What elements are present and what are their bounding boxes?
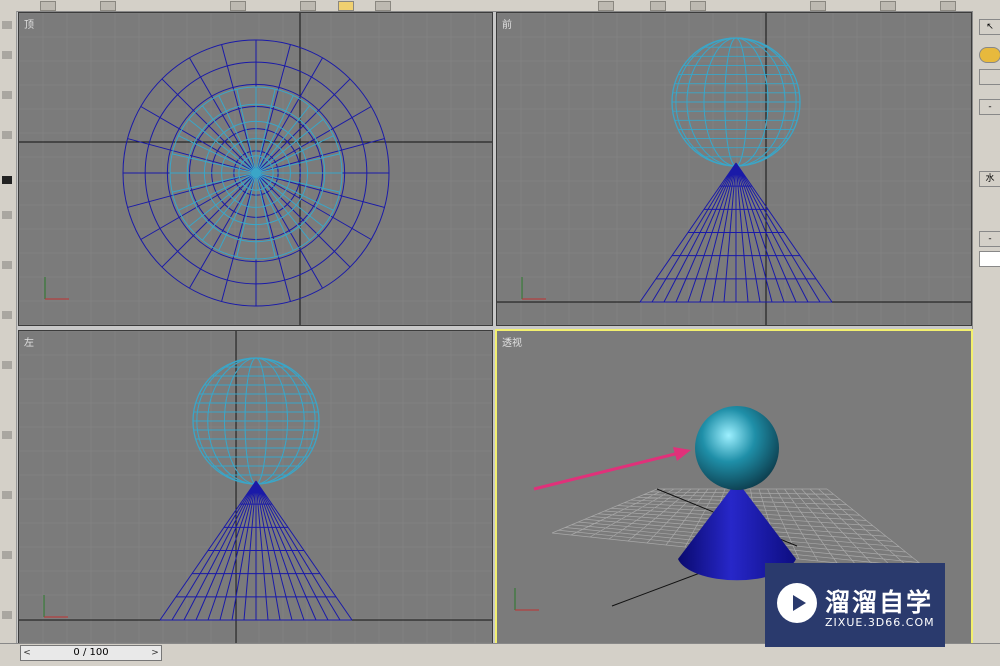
tool-icon[interactable] xyxy=(2,491,12,499)
tool-icon[interactable] xyxy=(2,431,12,439)
front-view-canvas xyxy=(497,13,971,325)
tool-icon[interactable] xyxy=(2,131,12,139)
tool-icon[interactable] xyxy=(2,176,12,184)
watermark: 溜溜自学 ZIXUE.3D66.COM xyxy=(765,563,945,647)
prev-frame-icon[interactable]: < xyxy=(21,646,33,660)
tool-icon[interactable] xyxy=(2,91,12,99)
viewport-label: 前 xyxy=(502,20,512,31)
tool-icon[interactable] xyxy=(2,261,12,269)
panel-field[interactable] xyxy=(979,69,1000,85)
rollout-toggle[interactable]: - xyxy=(979,231,1000,247)
viewport-label: 左 xyxy=(24,338,34,349)
sphere-icon[interactable] xyxy=(979,47,1000,63)
next-frame-icon[interactable]: > xyxy=(149,646,161,660)
watermark-url: ZIXUE.3D66.COM xyxy=(825,616,935,629)
toolbar-button[interactable] xyxy=(940,1,956,11)
left-view-canvas xyxy=(19,331,492,643)
toolbar-button[interactable] xyxy=(650,1,666,11)
toolbar-button[interactable] xyxy=(598,1,614,11)
panel-field[interactable] xyxy=(979,251,1000,267)
viewport-front[interactable]: 前 xyxy=(496,12,972,326)
toolbar-button[interactable] xyxy=(40,1,56,11)
watermark-title: 溜溜自学 xyxy=(825,588,934,617)
toolbar-button[interactable] xyxy=(880,1,896,11)
toolbar-button[interactable] xyxy=(300,1,316,11)
sphere-latitudes xyxy=(193,366,319,476)
toolbar-button[interactable] xyxy=(375,1,391,11)
toolbar-button[interactable] xyxy=(230,1,246,11)
toolbar-button[interactable] xyxy=(690,1,706,11)
viewport-label: 顶 xyxy=(24,20,34,31)
toolbar-button[interactable] xyxy=(810,1,826,11)
time-slider-value: 0 / 100 xyxy=(73,647,109,658)
tool-icon[interactable] xyxy=(2,361,12,369)
sphere-latitudes xyxy=(672,46,800,158)
annotation-arrow xyxy=(533,451,680,491)
panel-label: 水 xyxy=(979,171,1000,187)
viewport-left[interactable]: 左 xyxy=(18,330,493,644)
tool-icon[interactable] xyxy=(2,311,12,319)
main-toolbar xyxy=(0,0,1000,12)
left-toolbar xyxy=(0,11,17,643)
tool-icon[interactable] xyxy=(2,21,12,29)
tool-icon[interactable] xyxy=(2,211,12,219)
tool-icon[interactable] xyxy=(2,51,12,59)
viewport-label: 透视 xyxy=(502,338,522,349)
toolbar-button[interactable] xyxy=(100,1,116,11)
rollout-toggle[interactable]: - xyxy=(979,99,1000,115)
annotation-arrowhead xyxy=(673,447,691,461)
logo-icon xyxy=(777,583,817,623)
sphere-solid xyxy=(695,406,779,490)
tool-icon[interactable] xyxy=(2,611,12,619)
select-tool-button[interactable] xyxy=(338,1,354,11)
viewport-top[interactable]: 顶 xyxy=(18,12,493,326)
cone-wireframe xyxy=(639,162,833,303)
tool-icon[interactable] xyxy=(2,551,12,559)
command-panel: ↖ - 水 - xyxy=(972,11,1000,665)
play-icon xyxy=(793,595,806,611)
cursor-icon[interactable]: ↖ xyxy=(979,19,1000,35)
cone-wireframe xyxy=(159,480,353,621)
top-view-canvas xyxy=(19,13,492,325)
time-slider[interactable]: < 0 / 100 > xyxy=(20,645,162,661)
